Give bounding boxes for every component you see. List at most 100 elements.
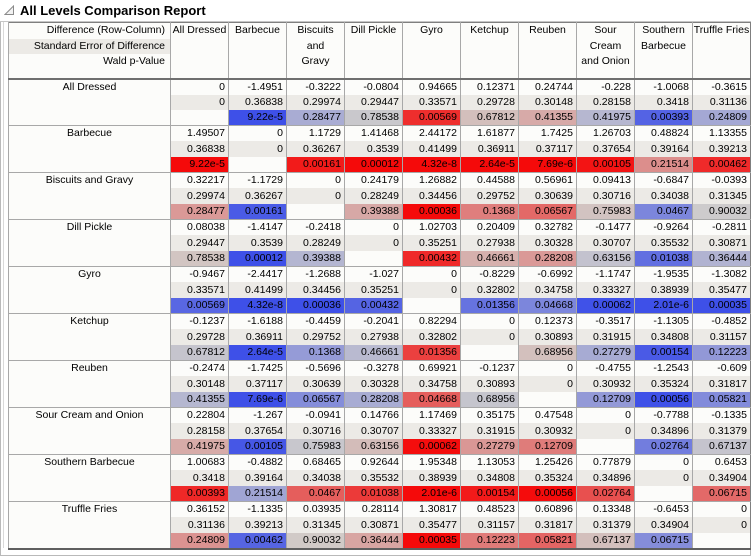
legend-line: Wald p-Value	[103, 55, 165, 67]
p-value-cell: 0.00035	[692, 298, 751, 314]
std-error-cell: 0.30148	[170, 376, 229, 392]
difference-cell: 0	[460, 313, 519, 330]
difference-cell: -0.1237	[460, 360, 519, 377]
difference-cell: -1.0068	[634, 78, 693, 95]
report-title-bar: All Levels Comparison Report	[0, 0, 751, 22]
difference-cell: 0.44588	[460, 172, 519, 189]
p-value-cell: 0.1368	[460, 204, 519, 220]
p-value-cell: 0.0467	[634, 204, 693, 220]
std-error-cell: 0.30328	[344, 376, 403, 392]
column-header-southern-barbecue: Southern Barbecue	[634, 22, 693, 80]
difference-cell: 0.47548	[518, 407, 577, 424]
difference-cell: 1.30817	[402, 501, 461, 518]
std-error-cell: 0.34038	[286, 470, 345, 486]
row-group-biscuits-and-gravy: Biscuits and Gravy 0.32217 -1.1729 0 0.24179…	[8, 172, 751, 220]
row-group-sour-cream-and-onion: Sour Cream and Onion 0.22804 -1.267 -0.0941…	[8, 407, 751, 455]
std-error-cell: 0.34808	[634, 329, 693, 345]
difference-cell: -0.4852	[692, 313, 751, 330]
p-value-cell: 0.00161	[228, 204, 287, 220]
std-error-cell: 0.29728	[460, 94, 519, 111]
difference-cell: -0.7788	[634, 407, 693, 424]
std-error-cell: 0.31817	[518, 517, 577, 533]
column-header-line: Barbecue	[235, 24, 280, 36]
p-value-cell: 0.01038	[344, 485, 403, 502]
row-label: Truffle Fries	[8, 501, 171, 549]
p-value-cell: 0.00154	[634, 345, 693, 361]
column-header-ketchup: Ketchup	[460, 22, 519, 80]
std-error-cell: 0.35532	[344, 470, 403, 486]
row-group-reuben: Reuben -0.2474 -1.7425 -0.5696 -0.3278 0.6992…	[8, 360, 751, 408]
p-value-cell: 0.02764	[634, 438, 693, 455]
std-error-cell: 0.39213	[228, 517, 287, 533]
p-value-cell: 0.00462	[228, 532, 287, 549]
column-header-sour-cream-and-onion: Sour Cream and Onion	[576, 22, 635, 80]
difference-cell: -0.4882	[228, 454, 287, 471]
p-value-cell: 0.00432	[344, 298, 403, 314]
difference-cell: 1.1729	[286, 125, 345, 142]
p-value-cell	[460, 345, 519, 361]
row-label: Reuben	[8, 360, 171, 408]
p-value-cell: 0.67137	[692, 438, 751, 455]
p-value-cell: 0.78538	[170, 251, 229, 267]
std-error-cell: 0.31345	[286, 517, 345, 533]
p-value-cell: 0.0467	[286, 485, 345, 502]
p-value-cell: 4.32e-8	[402, 157, 461, 173]
difference-cell: -1.4951	[228, 78, 287, 95]
difference-cell: -1.1747	[576, 266, 635, 283]
disclosure-triangle-icon[interactable]	[4, 5, 15, 16]
std-error-cell: 0.30328	[518, 235, 577, 252]
difference-cell: 1.02703	[402, 219, 461, 236]
p-value-cell: 0.75983	[576, 204, 635, 220]
p-value-cell: 0.01356	[460, 298, 519, 314]
std-error-cell: 0.37654	[576, 141, 635, 158]
p-value-cell: 0.90032	[692, 204, 751, 220]
std-error-cell: 0.32802	[460, 282, 519, 299]
p-value-cell: 0.00569	[402, 110, 461, 126]
std-error-cell: 0.31157	[460, 517, 519, 533]
difference-cell: 1.26703	[576, 125, 635, 142]
std-error-cell: 0.34038	[634, 188, 693, 205]
std-error-cell: 0.30932	[518, 423, 577, 439]
p-value-cell: 7.69e-6	[228, 391, 287, 408]
std-error-cell: 0.31345	[692, 188, 751, 205]
p-value-cell: 0.68956	[518, 345, 577, 361]
column-header-line: All Dressed	[172, 24, 227, 36]
p-value-cell: 0.00056	[518, 485, 577, 502]
difference-cell: 1.41468	[344, 125, 403, 142]
difference-cell: -0.228	[576, 78, 635, 95]
std-error-cell: 0.34758	[402, 376, 461, 392]
std-error-cell: 0.37654	[228, 423, 287, 439]
column-header-barbecue: Barbecue	[228, 22, 287, 80]
p-value-cell: 0.67812	[170, 345, 229, 361]
difference-cell: -0.8229	[460, 266, 519, 283]
difference-cell: 0.12373	[518, 313, 577, 330]
difference-cell: 0.24179	[344, 172, 403, 189]
p-value-cell: 0.63156	[344, 438, 403, 455]
difference-cell: 0.56961	[518, 172, 577, 189]
std-error-cell: 0.35251	[402, 235, 461, 252]
difference-cell: 0.94665	[402, 78, 461, 95]
std-error-cell: 0	[576, 423, 635, 439]
difference-cell: -0.4459	[286, 313, 345, 330]
difference-cell: -0.3615	[692, 78, 751, 95]
column-header-line: Cream	[589, 39, 622, 52]
std-error-cell: 0.33571	[170, 282, 229, 299]
comparison-matrix-table: Difference (Row-Column) Standard Error of…	[8, 22, 751, 550]
std-error-cell: 0.30893	[518, 329, 577, 345]
difference-cell: 0	[286, 172, 345, 189]
p-value-cell: 9.22e-5	[170, 157, 229, 173]
std-error-cell: 0.3539	[344, 141, 403, 158]
legend-line: Difference (Row-Column)	[46, 24, 165, 36]
p-value-cell: 0.00012	[344, 157, 403, 173]
column-header-line: Barbecue	[641, 39, 686, 52]
p-value-cell: 0.27279	[460, 438, 519, 455]
difference-cell: 0.92644	[344, 454, 403, 471]
p-value-cell: 0.06715	[692, 485, 751, 502]
p-value-cell: 0.75983	[286, 438, 345, 455]
std-error-cell: 0.39164	[634, 141, 693, 158]
p-value-cell: 0.00393	[634, 110, 693, 126]
difference-cell: 0.77879	[576, 454, 635, 471]
std-error-cell: 0.38939	[634, 282, 693, 299]
p-value-cell: 0.00105	[576, 157, 635, 173]
std-error-cell: 0.30871	[344, 517, 403, 533]
